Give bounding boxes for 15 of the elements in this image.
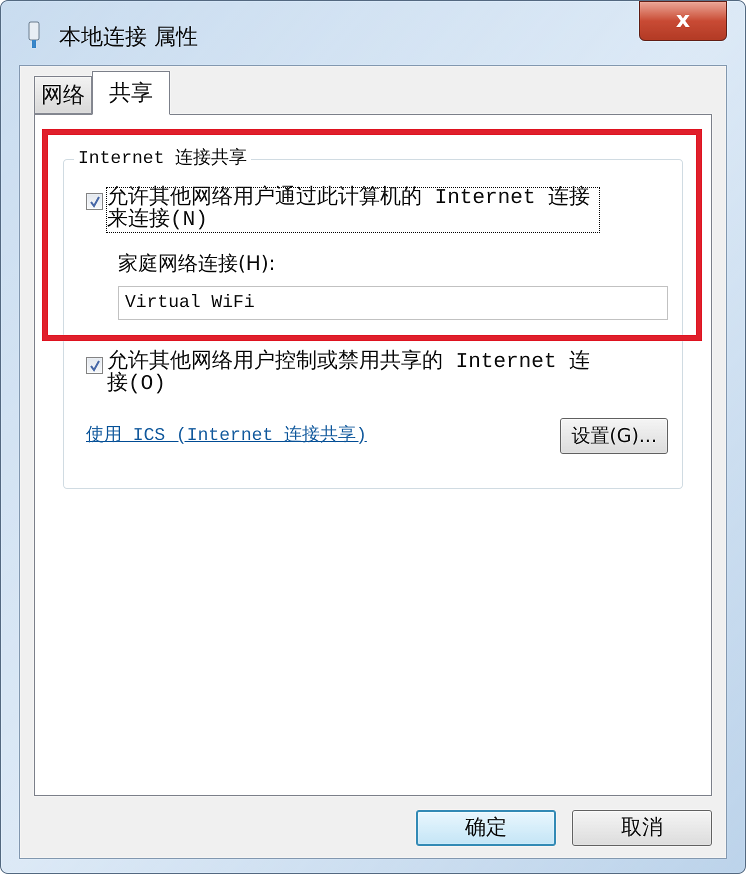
dialog-button[interactable]: 取消	[572, 810, 712, 846]
check-icon	[88, 196, 100, 208]
window-title: 本地连接 属性	[59, 24, 198, 52]
field-label: 家庭网络连接(H):	[118, 250, 276, 277]
close-button[interactable]: x	[639, 1, 727, 41]
check-icon	[88, 360, 100, 372]
tab[interactable]: 网络	[34, 76, 92, 114]
home-network-field[interactable]: Virtual WiFi	[118, 286, 668, 320]
checkbox[interactable]	[86, 357, 103, 374]
network-adapter-icon	[27, 21, 41, 49]
settings-button[interactable]: 设置(G)...	[560, 418, 668, 454]
ics-help-link[interactable]: 使用 ICS (Internet 连接共享)	[86, 422, 367, 450]
checkbox[interactable]	[86, 193, 103, 210]
tab[interactable]: 共享	[92, 71, 170, 115]
dialog-button[interactable]: 确定	[416, 810, 556, 846]
